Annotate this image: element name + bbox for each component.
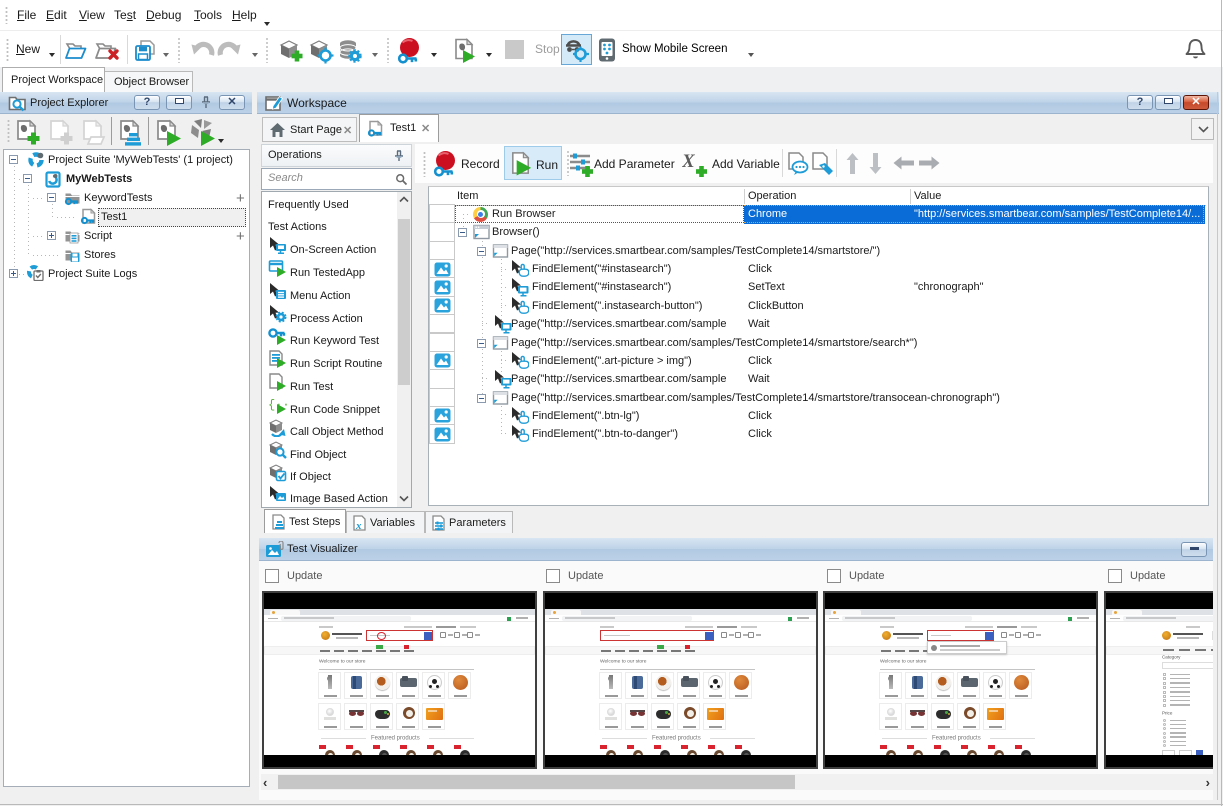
svg-text:x: x [355,520,362,531]
svg-text:X: X [682,151,696,172]
